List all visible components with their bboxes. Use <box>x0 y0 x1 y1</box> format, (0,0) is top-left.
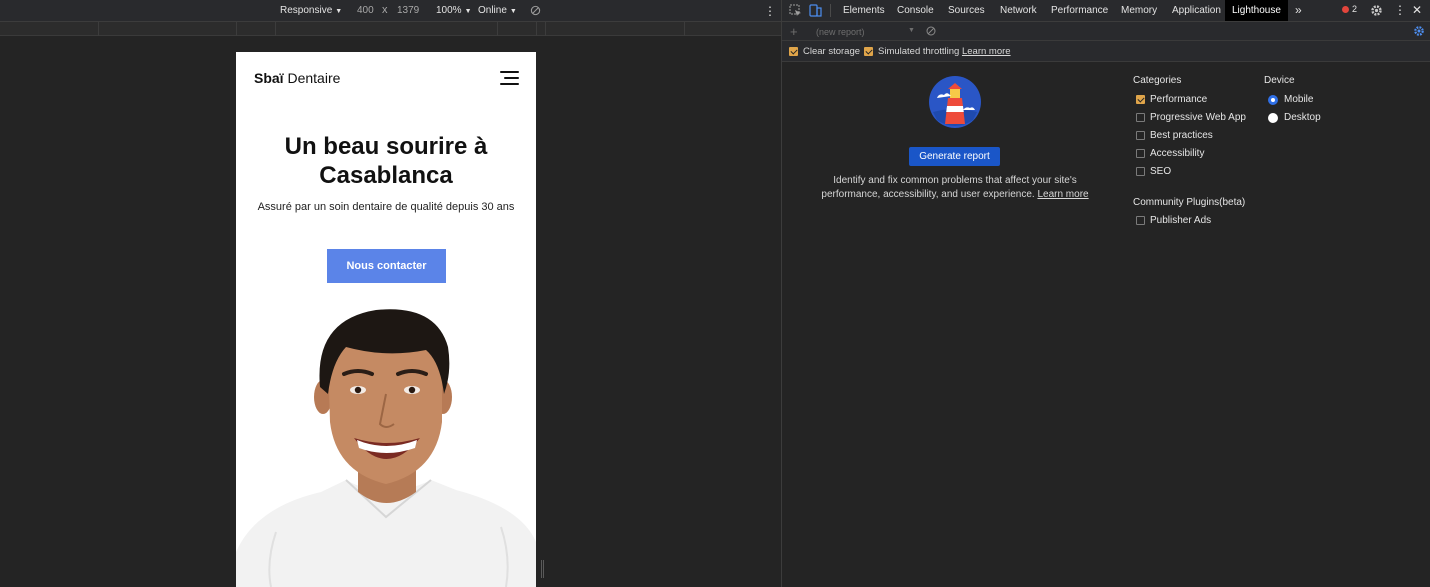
more-options-icon[interactable]: ⋮ <box>764 4 776 18</box>
rotate-icon[interactable] <box>530 5 541 19</box>
category-checkbox[interactable] <box>1136 113 1145 122</box>
close-devtools-icon[interactable]: ✕ <box>1412 0 1422 21</box>
category-label: Progressive Web App <box>1150 112 1246 123</box>
tab-network[interactable]: Network <box>1000 0 1037 21</box>
simulated-throttling-checkbox[interactable] <box>864 47 873 56</box>
device-label: Mobile <box>1284 94 1314 105</box>
device-desktop[interactable]: Desktop <box>1268 112 1321 123</box>
report-select-label: (new report) <box>816 27 865 37</box>
category-label: SEO <box>1150 166 1172 177</box>
simulated-throttling-label: Simulated throttling <box>878 46 960 57</box>
error-counter[interactable]: 2 <box>1342 4 1357 14</box>
learn-more-link[interactable]: Learn more <box>962 46 1011 57</box>
device-select[interactable]: Responsive ▼ <box>280 5 342 16</box>
tab-application[interactable]: Application <box>1172 0 1221 21</box>
device-select-label: Responsive <box>280 5 333 16</box>
hero-title: Un beau sourire à Casablanca <box>236 132 536 190</box>
media-query-ruler <box>0 22 782 36</box>
description-learn-more-link[interactable]: Learn more <box>1037 189 1088 200</box>
report-select[interactable]: (new report) <box>816 27 865 37</box>
height-input[interactable]: 1379 <box>397 5 419 16</box>
logo-bold: Sbaï <box>254 70 284 86</box>
device-emulation-pane: Responsive ▼ 400 x 1379 100% ▼ Online ▼ ⋮ S… <box>0 0 782 587</box>
plugin-label: Publisher Ads <box>1150 215 1212 226</box>
device-mobile[interactable]: Mobile <box>1268 94 1313 105</box>
hamburger-menu-icon[interactable] <box>500 71 519 85</box>
category-label: Best practices <box>1150 130 1213 141</box>
category-label: Performance <box>1150 94 1208 105</box>
category-checkbox[interactable] <box>1136 167 1145 176</box>
plugin-publisher-ads[interactable]: Publisher Ads <box>1136 215 1211 226</box>
viewport-resize-handle[interactable] <box>541 560 544 578</box>
device-radio[interactable] <box>1268 112 1278 123</box>
device-label: Desktop <box>1284 112 1321 123</box>
categories-title: Categories <box>1133 75 1182 86</box>
category-checkbox[interactable] <box>1136 95 1145 104</box>
zoom-select-label: 100% <box>436 5 462 16</box>
tab-performance[interactable]: Performance <box>1051 0 1108 21</box>
simulated-throttling-option[interactable]: Simulated throttling Learn more <box>864 46 1011 57</box>
clear-storage-option[interactable]: Clear storage <box>789 46 860 57</box>
hero-title-line-1: Un beau sourire à <box>284 133 488 160</box>
category-label: Accessibility <box>1150 148 1205 159</box>
dentist-portrait-image <box>236 309 536 587</box>
add-report-icon[interactable]: + <box>790 24 798 39</box>
category-performance[interactable]: Performance <box>1136 94 1207 105</box>
site-logo[interactable]: Sbaï Dentaire <box>254 70 340 86</box>
tab-elements[interactable]: Elements <box>843 0 885 21</box>
tab-memory[interactable]: Memory <box>1121 0 1157 21</box>
category-best-practices[interactable]: Best practices <box>1136 130 1213 141</box>
category-seo[interactable]: SEO <box>1136 166 1171 177</box>
category-checkbox[interactable] <box>1136 131 1145 140</box>
tab-sources[interactable]: Sources <box>948 0 985 21</box>
error-icon <box>1342 5 1349 13</box>
caret-down-icon: ▼ <box>335 8 343 15</box>
caret-down-icon: ▼ <box>908 27 915 34</box>
hero-subtitle: Assuré par un soin dentaire de qualité d… <box>257 201 515 213</box>
lighthouse-logo-icon <box>929 76 981 128</box>
logo-text: Dentaire <box>287 70 341 86</box>
mobile-viewport: Sbaï Dentaire Un beau sourire à Casablan… <box>236 52 536 587</box>
contact-button[interactable]: Nous contacter <box>327 249 446 283</box>
device-toolbar: Responsive ▼ 400 x 1379 100% ▼ Online ▼ ⋮ <box>0 0 782 22</box>
more-tabs-icon[interactable]: » <box>1295 0 1302 21</box>
caret-down-icon: ▼ <box>509 8 517 15</box>
device-toolbar-toggle-icon[interactable] <box>809 4 822 17</box>
network-throttle-select[interactable]: Online ▼ <box>478 5 517 16</box>
clear-storage-checkbox[interactable] <box>789 47 798 56</box>
generate-report-button[interactable]: Generate report <box>909 147 1000 166</box>
clear-storage-label: Clear storage <box>803 46 861 57</box>
devtools-panel: Elements Console Sources Network Perform… <box>782 0 1430 587</box>
hero-title-line-2: Casablanca <box>319 162 453 189</box>
dimension-separator: x <box>382 4 388 16</box>
lighthouse-options-bar: Clear storage Simulated throttling Learn… <box>782 41 1430 62</box>
lighthouse-settings-icon[interactable] <box>1413 25 1425 39</box>
caret-down-icon: ▼ <box>464 8 472 15</box>
settings-gear-icon[interactable] <box>1370 4 1383 17</box>
plugins-title: Community Plugins(beta) <box>1133 197 1246 208</box>
device-radio[interactable] <box>1268 94 1278 105</box>
network-select-label: Online <box>478 5 507 16</box>
zoom-select[interactable]: 100% ▼ <box>436 5 472 16</box>
devtools-tab-bar: Elements Console Sources Network Perform… <box>782 0 1430 22</box>
clear-reports-icon[interactable] <box>926 26 936 38</box>
width-input[interactable]: 400 <box>357 5 374 16</box>
category-accessibility[interactable]: Accessibility <box>1136 148 1204 159</box>
category-checkbox[interactable] <box>1136 149 1145 158</box>
customize-menu-icon[interactable]: ⋮ <box>1394 0 1406 21</box>
tab-lighthouse[interactable]: Lighthouse <box>1225 0 1288 21</box>
tab-console[interactable]: Console <box>897 0 934 21</box>
inspect-element-icon[interactable] <box>789 4 802 17</box>
plugin-checkbox[interactable] <box>1136 216 1145 225</box>
browser-window: Responsive ▼ 400 x 1379 100% ▼ Online ▼ ⋮ S… <box>0 0 1430 587</box>
lighthouse-description: Identify and fix common problems that af… <box>820 174 1090 202</box>
toolbar-separator <box>830 4 831 17</box>
category-pwa[interactable]: Progressive Web App <box>1136 112 1246 123</box>
lighthouse-toolbar: + (new report) ▼ <box>782 22 1430 41</box>
error-count: 2 <box>1352 4 1358 14</box>
device-title: Device <box>1264 75 1295 86</box>
